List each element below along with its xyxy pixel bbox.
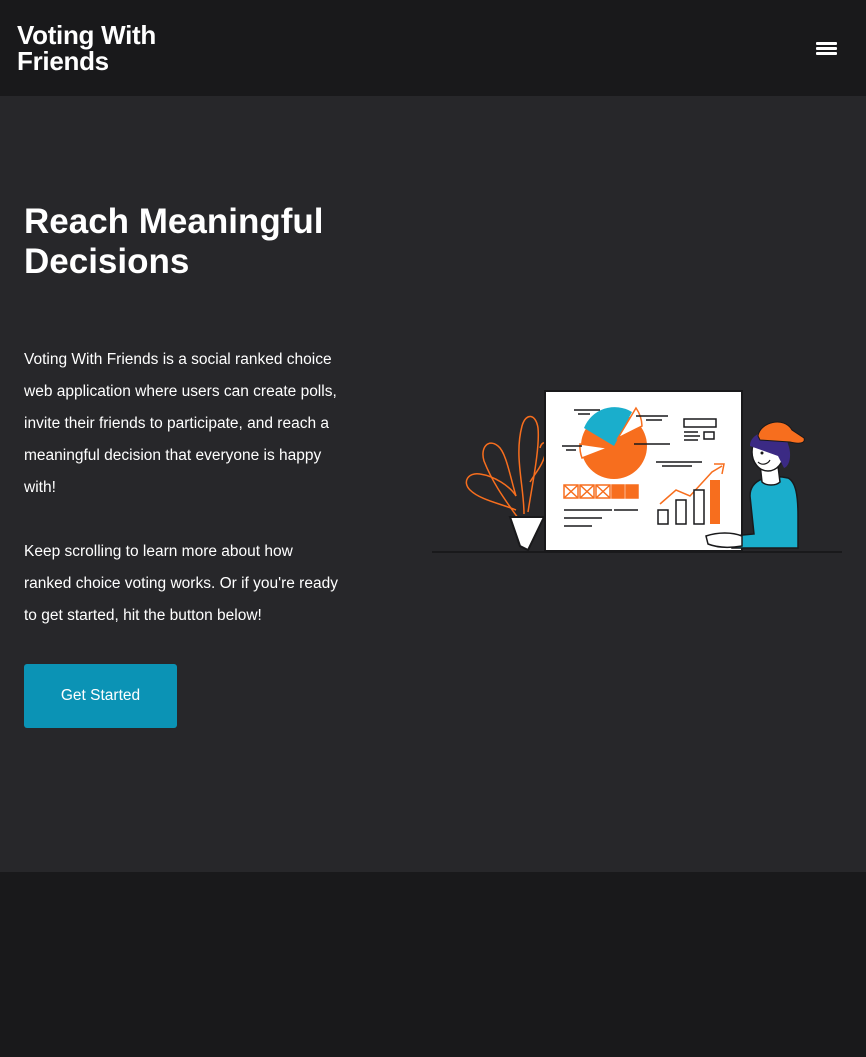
menu-button[interactable] <box>812 36 840 60</box>
presentation-board-illustration <box>432 390 842 553</box>
get-started-button[interactable]: Get Started <box>24 664 177 728</box>
navbar: Voting With Friends <box>0 0 866 96</box>
hero-instructions: Keep scrolling to learn more about how r… <box>24 543 338 624</box>
hamburger-menu-icon <box>816 42 837 45</box>
hero-description: Voting With Friends is a social ranked c… <box>24 351 337 496</box>
brand-logo[interactable]: Voting With Friends <box>17 22 217 74</box>
hamburger-line <box>816 47 837 50</box>
pot-icon <box>508 516 546 552</box>
hamburger-line <box>816 52 837 55</box>
hero-title: Reach Meaningful Decisions <box>24 202 324 281</box>
next-section <box>0 872 866 1057</box>
plant-icon <box>465 415 548 519</box>
progress-row-icon <box>563 484 639 499</box>
hero-section: Reach Meaningful Decisions Voting With F… <box>0 96 866 872</box>
